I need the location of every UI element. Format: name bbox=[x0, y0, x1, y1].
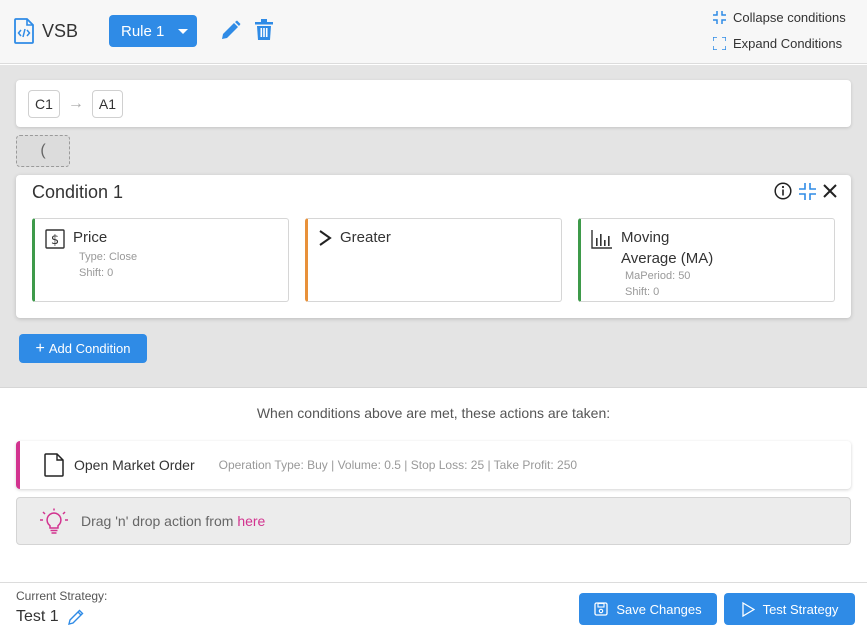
flow-node-condition[interactable]: C1 bbox=[28, 89, 60, 118]
plus-icon: + bbox=[35, 339, 45, 357]
trash-icon[interactable] bbox=[255, 19, 273, 41]
lightbulb-icon bbox=[40, 508, 68, 534]
rule-flow: C1 → A1 bbox=[16, 80, 851, 127]
operand-param: Shift: 0 bbox=[79, 267, 114, 279]
collapse-conditions-button[interactable]: Collapse conditions bbox=[713, 10, 846, 25]
test-strategy-button[interactable]: Test Strategy bbox=[724, 593, 855, 625]
dropzone-link[interactable]: here bbox=[237, 513, 265, 529]
add-condition-button[interactable]: + Add Condition bbox=[19, 334, 147, 363]
actions-caption: When conditions above are met, these act… bbox=[256, 405, 611, 421]
svg-text:$: $ bbox=[51, 233, 59, 248]
current-strategy-label: Current Strategy: bbox=[16, 589, 108, 603]
info-icon[interactable] bbox=[774, 182, 792, 200]
current-strategy: Test 1 bbox=[16, 608, 85, 626]
strategy-name: Test 1 bbox=[16, 608, 59, 625]
save-icon bbox=[594, 602, 609, 616]
collapse-icon bbox=[713, 11, 726, 24]
rule-select-label: Rule 1 bbox=[121, 22, 165, 40]
save-changes-button[interactable]: Save Changes bbox=[579, 593, 717, 625]
operand-param: MaPeriod: 50 bbox=[625, 270, 691, 282]
play-icon bbox=[741, 601, 755, 617]
action-name: Open Market Order bbox=[74, 457, 195, 473]
rule-editor: C1 → A1 ( Condition 1 $ Price Type: Clos… bbox=[0, 65, 867, 388]
open-parenthesis-dropzone[interactable]: ( bbox=[16, 135, 70, 167]
document-icon bbox=[44, 453, 64, 477]
operator-title: Greater bbox=[340, 229, 391, 246]
save-changes-label: Save Changes bbox=[616, 601, 702, 617]
dollar-icon: $ bbox=[45, 229, 65, 249]
operand-title-line1: Moving bbox=[621, 229, 670, 246]
collapse-icon[interactable] bbox=[799, 182, 816, 200]
bar-chart-icon bbox=[591, 230, 612, 249]
expand-icon bbox=[713, 37, 726, 50]
action-detail: Operation Type: Buy | Volume: 0.5 | Stop… bbox=[218, 458, 578, 472]
footer-bar: Current Strategy: Test 1 Save Changes Te… bbox=[0, 582, 867, 634]
expand-label: Expand Conditions bbox=[733, 36, 843, 51]
condition-title: Condition 1 bbox=[32, 182, 124, 202]
condition-card: Condition 1 $ Price Type: Close Shift: 0… bbox=[16, 175, 851, 318]
action-dropzone[interactable]: Drag 'n' drop action from here bbox=[16, 497, 851, 545]
app-name: VSB bbox=[42, 20, 79, 41]
dropzone-text: Drag 'n' drop action from bbox=[81, 513, 234, 529]
pencil-outline-icon[interactable] bbox=[67, 608, 85, 626]
test-strategy-label: Test Strategy bbox=[762, 601, 839, 617]
condition-toolbar bbox=[774, 182, 837, 200]
app-logo: VSB bbox=[14, 18, 78, 44]
operand-title: Price bbox=[73, 229, 108, 246]
condition-operator-greater[interactable]: Greater bbox=[305, 218, 562, 302]
greater-than-icon bbox=[319, 230, 332, 246]
condition-operand-price[interactable]: $ Price Type: Close Shift: 0 bbox=[32, 218, 289, 302]
action-item[interactable]: Open Market Order Operation Type: Buy | … bbox=[16, 441, 851, 489]
top-bar: VSB Rule 1 Collapse conditions Expand Co… bbox=[0, 0, 867, 64]
condition-operand-moving-average[interactable]: Moving Average (MA) MaPeriod: 50 Shift: … bbox=[578, 218, 835, 302]
flow-node-action[interactable]: A1 bbox=[91, 89, 124, 118]
collapse-label: Collapse conditions bbox=[733, 10, 846, 25]
code-file-icon bbox=[14, 18, 34, 44]
rule-select-button[interactable]: Rule 1 bbox=[109, 15, 197, 47]
caret-down-icon bbox=[178, 28, 189, 34]
operand-param: Type: Close bbox=[79, 251, 138, 263]
add-condition-label: Add Condition bbox=[48, 341, 131, 356]
operand-title-line2: Average (MA) bbox=[621, 250, 714, 267]
pencil-icon[interactable] bbox=[220, 20, 241, 41]
operand-param: Shift: 0 bbox=[625, 286, 660, 298]
arrow-right-icon: → bbox=[67, 94, 84, 112]
expand-conditions-button[interactable]: Expand Conditions bbox=[713, 36, 842, 51]
close-icon[interactable] bbox=[823, 184, 837, 198]
